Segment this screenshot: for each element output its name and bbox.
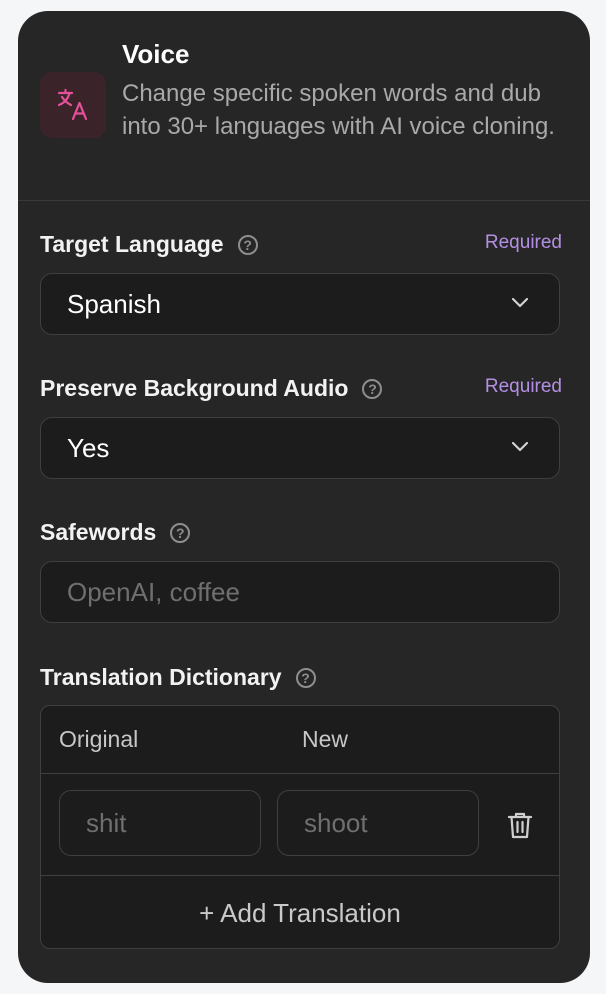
safewords-label-text: Safewords [40, 519, 157, 545]
translation-dictionary-label: Translation Dictionary ? [40, 664, 316, 691]
target-language-label: Target Language ? [40, 231, 258, 258]
card-title: Voice [122, 39, 190, 69]
chevron-down-icon [511, 440, 529, 458]
dictionary-header-row: Original New [41, 706, 559, 774]
original-word-input[interactable] [59, 790, 261, 856]
translate-icon [40, 72, 106, 138]
safewords-input[interactable] [40, 561, 560, 623]
required-badge: Required [484, 376, 562, 397]
target-language-select[interactable]: Spanish [40, 273, 560, 335]
background-audio-label: Preserve Background Audio ? [40, 375, 383, 402]
translation-dictionary-label-text: Translation Dictionary [40, 664, 282, 690]
help-icon[interactable]: ? [170, 522, 191, 543]
target-language-label-text: Target Language [40, 231, 224, 257]
safewords-label: Safewords ? [40, 519, 191, 546]
new-word-input[interactable] [277, 790, 479, 856]
voice-settings-card: Voice Change specific spoken words and d… [18, 11, 590, 983]
trash-icon[interactable] [503, 808, 537, 842]
chevron-down-icon [511, 296, 529, 314]
required-badge: Required [484, 232, 562, 253]
dictionary-row [41, 774, 559, 876]
translation-dictionary-table: Original New + Add Translation [40, 705, 560, 949]
column-original: Original [59, 726, 139, 752]
add-translation-button[interactable]: + Add Translation [41, 876, 559, 948]
background-audio-value: Yes [67, 433, 110, 463]
card-description: Change specific spoken words and dub int… [122, 80, 555, 140]
help-icon[interactable]: ? [237, 234, 258, 255]
column-new: New [302, 726, 349, 752]
background-audio-label-text: Preserve Background Audio [40, 375, 349, 401]
help-icon[interactable]: ? [362, 378, 383, 399]
card-header: Voice Change specific spoken words and d… [18, 11, 590, 201]
target-language-value: Spanish [67, 289, 161, 319]
help-icon[interactable]: ? [295, 667, 316, 688]
background-audio-select[interactable]: Yes [40, 417, 560, 479]
